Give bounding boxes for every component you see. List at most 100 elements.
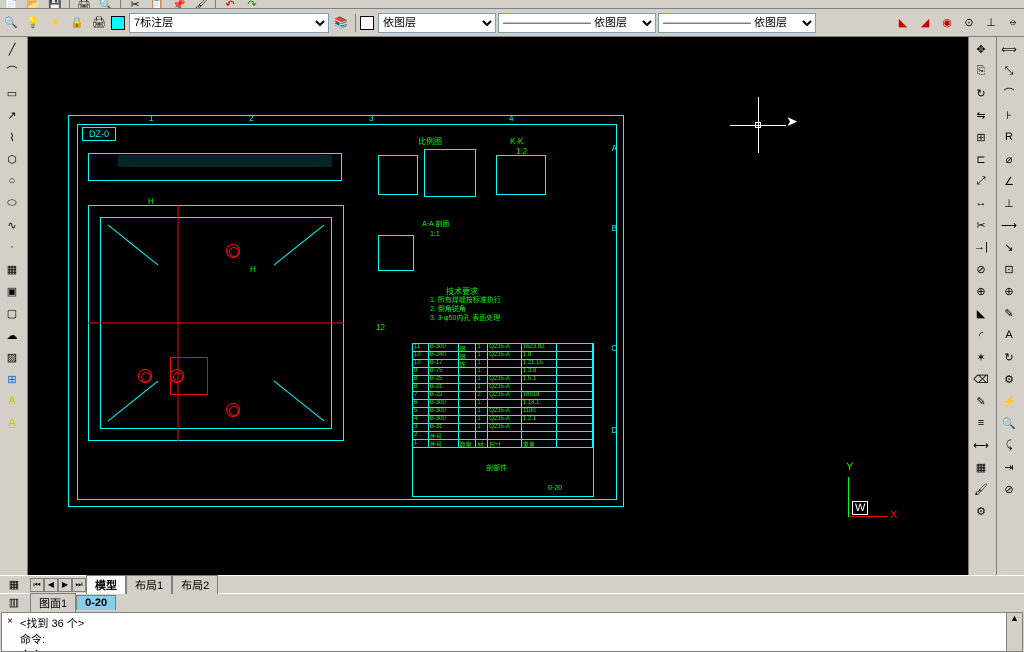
break-icon[interactable]: ⊘	[971, 259, 991, 279]
scale-icon[interactable]: ⤢	[971, 171, 991, 191]
dim-edit-icon[interactable]: ✎	[999, 303, 1019, 323]
dim-radius-icon[interactable]: R	[999, 127, 1019, 147]
dim-update-icon[interactable]: ↻	[999, 347, 1019, 367]
tab-nav-next[interactable]: ▶	[58, 578, 72, 592]
rect-icon[interactable]: ▭	[2, 83, 22, 103]
dim-baseline-icon[interactable]: ⊥	[999, 193, 1019, 213]
snap-node-icon[interactable]: ⊙	[959, 13, 979, 33]
preview-icon[interactable]: 🔍	[96, 0, 116, 9]
space-icon[interactable]: ⇥	[999, 457, 1019, 477]
circle-icon[interactable]: ○	[2, 171, 22, 191]
explode-icon[interactable]: ✶	[971, 347, 991, 367]
model-viewport[interactable]: DZ-0 K-K 1:2 比例图	[28, 37, 968, 575]
wipeout-icon[interactable]: ▨	[2, 347, 22, 367]
new-icon[interactable]: 📄	[1, 0, 21, 9]
arc-icon[interactable]: ⌒	[2, 61, 22, 81]
props-icon[interactable]: ⚙	[971, 501, 991, 521]
color-dropdown[interactable]: 依图层	[378, 13, 496, 33]
tab-nav-last[interactable]: ⏭	[72, 578, 86, 592]
dim-continue-icon[interactable]: ⟶	[999, 215, 1019, 235]
leader-icon[interactable]: ↘	[999, 237, 1019, 257]
cut-icon[interactable]: ✂	[125, 0, 145, 9]
point-icon[interactable]: ·	[2, 237, 22, 257]
inspect-icon[interactable]: 🔍	[999, 413, 1019, 433]
cmd-scrollbar[interactable]: ▲	[1006, 613, 1022, 651]
spline-icon[interactable]: ∿	[2, 215, 22, 235]
tolerance-icon[interactable]: ⊡	[999, 259, 1019, 279]
snap-midpoint-icon[interactable]: ◢	[915, 13, 935, 33]
lengthen-icon[interactable]: ⟷	[971, 435, 991, 455]
lineweight-dropdown[interactable]: ———————— 依图层	[658, 13, 816, 33]
tab-nav-first[interactable]: ⏮	[30, 578, 44, 592]
tab-nav-prev[interactable]: ◀	[44, 578, 58, 592]
snap-tangent-icon[interactable]: ⦵	[1003, 13, 1023, 33]
center-mark-icon[interactable]: ⊕	[999, 281, 1019, 301]
dwg-tabs-icon[interactable]: ▥	[4, 593, 24, 613]
dim-diameter-icon[interactable]: ⌀	[999, 149, 1019, 169]
lock-icon[interactable]: 🔒	[67, 13, 87, 33]
edit-hatch-icon[interactable]: ▦	[971, 457, 991, 477]
polyline-icon[interactable]: ⌇	[2, 127, 22, 147]
boundary-icon[interactable]: ▢	[2, 303, 22, 323]
revcloud-icon[interactable]: ☁	[2, 325, 22, 345]
layer-manager-icon[interactable]: 📚	[331, 13, 351, 33]
brush-icon[interactable]: 🖌	[971, 479, 991, 499]
paste-icon[interactable]: 📌	[169, 0, 189, 9]
dim-arc-icon[interactable]: ⌒	[999, 83, 1019, 103]
mtext-icon[interactable]: A̲	[2, 413, 22, 433]
mirror-icon[interactable]: ⇋	[971, 105, 991, 125]
jog-icon[interactable]: ⤹	[999, 435, 1019, 455]
color-swatch[interactable]	[360, 16, 374, 30]
tab-layout1[interactable]: 布局1	[126, 575, 172, 594]
text-icon[interactable]: A	[2, 391, 22, 411]
qdim-icon[interactable]: ⚡	[999, 391, 1019, 411]
snap-center-icon[interactable]: ◉	[937, 13, 957, 33]
redo-icon[interactable]: ↷	[242, 0, 262, 9]
dwg-tab-1[interactable]: 图面1	[30, 593, 76, 612]
pedit-icon[interactable]: ✎	[971, 391, 991, 411]
print-icon[interactable]: 🖨	[74, 0, 94, 9]
array-icon[interactable]: ⊞	[971, 127, 991, 147]
scroll-up-icon[interactable]: ▲	[1007, 613, 1022, 623]
dim-linear-icon[interactable]: ⟺	[999, 39, 1019, 59]
layer-dropdown[interactable]: 7标注层	[129, 13, 329, 33]
layout-icon[interactable]: ▦	[4, 575, 24, 595]
cmd-close-icon[interactable]: ×	[4, 615, 16, 627]
plot-icon[interactable]: 🖨	[89, 13, 109, 33]
copy-obj-icon[interactable]: ⎘	[971, 61, 991, 81]
tab-layout2[interactable]: 布局2	[172, 575, 218, 594]
dim-tedit-icon[interactable]: A	[999, 325, 1019, 345]
erase-icon[interactable]: ⌫	[971, 369, 991, 389]
snap-perp-icon[interactable]: ⊥	[981, 13, 1001, 33]
fillet-icon[interactable]: ◜	[971, 325, 991, 345]
hatch-icon[interactable]: ▦	[2, 259, 22, 279]
join-icon[interactable]: ⊕	[971, 281, 991, 301]
stretch-icon[interactable]: ↔	[971, 193, 991, 213]
line-icon[interactable]: ╱	[2, 39, 22, 59]
command-window[interactable]: × <找到 36 个> 命令: 命令: ▲	[1, 612, 1023, 652]
region-icon[interactable]: ▣	[2, 281, 22, 301]
save-icon[interactable]: 💾	[45, 0, 65, 9]
bulb-icon[interactable]: 💡	[23, 13, 43, 33]
dim-ordinate-icon[interactable]: ⊦	[999, 105, 1019, 125]
snap-endpoint-icon[interactable]: ◣	[893, 13, 913, 33]
move-icon[interactable]: ✥	[971, 39, 991, 59]
copy-icon[interactable]: 📋	[147, 0, 167, 9]
dwg-tab-2[interactable]: 0-20	[76, 595, 116, 610]
sun-icon[interactable]: ☀	[45, 13, 65, 33]
chamfer-icon[interactable]: ◣	[971, 303, 991, 323]
extend-icon[interactable]: →|	[971, 237, 991, 257]
open-icon[interactable]: 📂	[23, 0, 43, 9]
table-icon[interactable]: ⊞	[2, 369, 22, 389]
trim-icon[interactable]: ✂	[971, 215, 991, 235]
dim-style-icon[interactable]: ⚙	[999, 369, 1019, 389]
xline-icon[interactable]: ↗	[2, 105, 22, 125]
dim-angular-icon[interactable]: ∠	[999, 171, 1019, 191]
align-icon[interactable]: ≡	[971, 413, 991, 433]
rotate-icon[interactable]: ↻	[971, 83, 991, 103]
offset-icon[interactable]: ⊏	[971, 149, 991, 169]
break-dim-icon[interactable]: ⊘	[999, 479, 1019, 499]
linetype-dropdown[interactable]: ———————— 依图层	[498, 13, 656, 33]
tab-model[interactable]: 模型	[86, 575, 126, 594]
dim-aligned-icon[interactable]: ⤡	[999, 61, 1019, 81]
